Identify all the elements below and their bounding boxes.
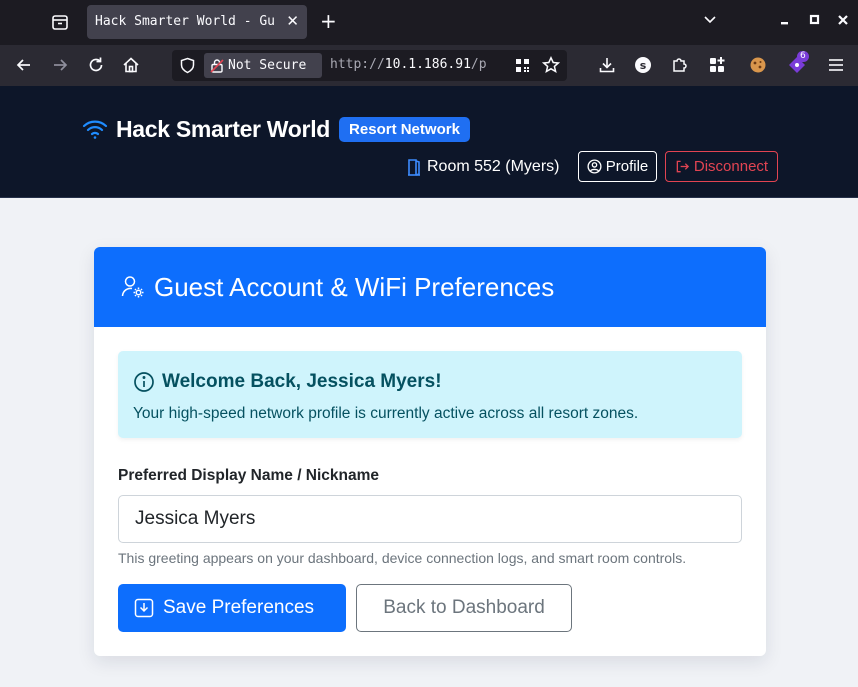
brand[interactable]: Hack Smarter World Resort Network [82, 114, 470, 144]
profile-button[interactable]: Profile [578, 151, 657, 182]
extensions-puzzle-icon[interactable] [670, 55, 690, 75]
display-name-help: This greeting appears on your dashboard,… [118, 550, 687, 566]
preferences-card: Guest Account & WiFi Preferences Welcome… [94, 247, 766, 656]
url-host: 10.1.186.91 [384, 57, 471, 72]
brand-badge: Resort Network [339, 116, 470, 142]
bookmark-star-icon[interactable] [542, 56, 560, 74]
browser-tab-bar: Hack Smarter World - Gu ✕ + [0, 0, 858, 45]
new-tab-button[interactable]: + [320, 11, 337, 31]
display-name-input[interactable] [118, 495, 742, 543]
sync-account-icon[interactable]: s [633, 55, 653, 75]
close-window-icon[interactable] [836, 12, 850, 28]
disconnect-button[interactable]: Disconnect [665, 151, 778, 182]
tab-overflow-chevron-icon[interactable] [702, 12, 718, 28]
info-circle-icon [134, 372, 154, 392]
insecure-lock-icon [210, 59, 224, 73]
display-name-label: Preferred Display Name / Nickname [118, 467, 380, 484]
back-to-dashboard-button[interactable]: Back to Dashboard [356, 584, 572, 632]
user-circle-icon [587, 159, 602, 174]
url-scheme: http:// [330, 57, 385, 72]
browser-nav-bar: Not Secure http://10.1.186.91/p s 6 [0, 45, 858, 86]
home-icon[interactable] [121, 55, 141, 75]
save-label: Save Preferences [163, 597, 315, 618]
card-header: Guest Account & WiFi Preferences [94, 247, 766, 327]
back-label: Back to Dashboard [383, 597, 545, 618]
save-download-icon [134, 598, 154, 618]
room-indicator: Room 552 (Myers) [407, 158, 559, 176]
maximize-icon[interactable] [808, 12, 822, 28]
browser-tab-active[interactable]: Hack Smarter World - Gu ✕ [87, 5, 307, 39]
door-icon [408, 159, 420, 176]
welcome-alert: Welcome Back, Jessica Myers! Your high-s… [118, 351, 742, 438]
tab-list-icon[interactable] [50, 12, 70, 32]
svg-text:s: s [640, 59, 647, 72]
address-bar[interactable]: Not Secure http://10.1.186.91/p [172, 50, 567, 81]
card-title: Guest Account & WiFi Preferences [154, 271, 555, 302]
save-preferences-button[interactable]: Save Preferences [118, 584, 346, 632]
user-gear-icon [121, 276, 144, 298]
wifi-icon [82, 120, 108, 139]
url-text[interactable]: http://10.1.186.91/p [330, 57, 502, 72]
forward-arrow-icon[interactable] [50, 55, 70, 75]
alert-body: Your high-speed network profile is curre… [133, 405, 639, 422]
container-grid-icon[interactable] [707, 55, 727, 75]
extension-badge: 6 [797, 51, 809, 62]
not-secure-label: Not Secure [228, 58, 307, 73]
disconnect-label: Disconnect [693, 158, 769, 175]
reload-icon[interactable] [86, 55, 106, 75]
profile-label: Profile [605, 158, 649, 175]
tracking-shield-icon[interactable] [179, 57, 196, 74]
qr-code-icon[interactable] [514, 57, 531, 74]
back-arrow-icon[interactable] [14, 55, 34, 75]
alert-title: Welcome Back, Jessica Myers! [162, 371, 442, 392]
cookie-extension-icon[interactable] [748, 55, 768, 75]
room-label: Room 552 (Myers) [427, 158, 560, 175]
hamburger-menu-icon[interactable] [826, 55, 846, 75]
url-path: /p [470, 57, 487, 72]
brand-title: Hack Smarter World [116, 115, 331, 142]
sign-out-icon [676, 160, 689, 173]
downloads-icon[interactable] [597, 55, 617, 75]
minimize-icon[interactable] [778, 12, 792, 28]
site-header: Hack Smarter World Resort Network Room 5… [0, 86, 858, 198]
tab-close-icon[interactable]: ✕ [286, 13, 299, 29]
tab-title: Hack Smarter World - Gu [95, 14, 276, 29]
not-secure-indicator[interactable]: Not Secure [204, 53, 322, 78]
